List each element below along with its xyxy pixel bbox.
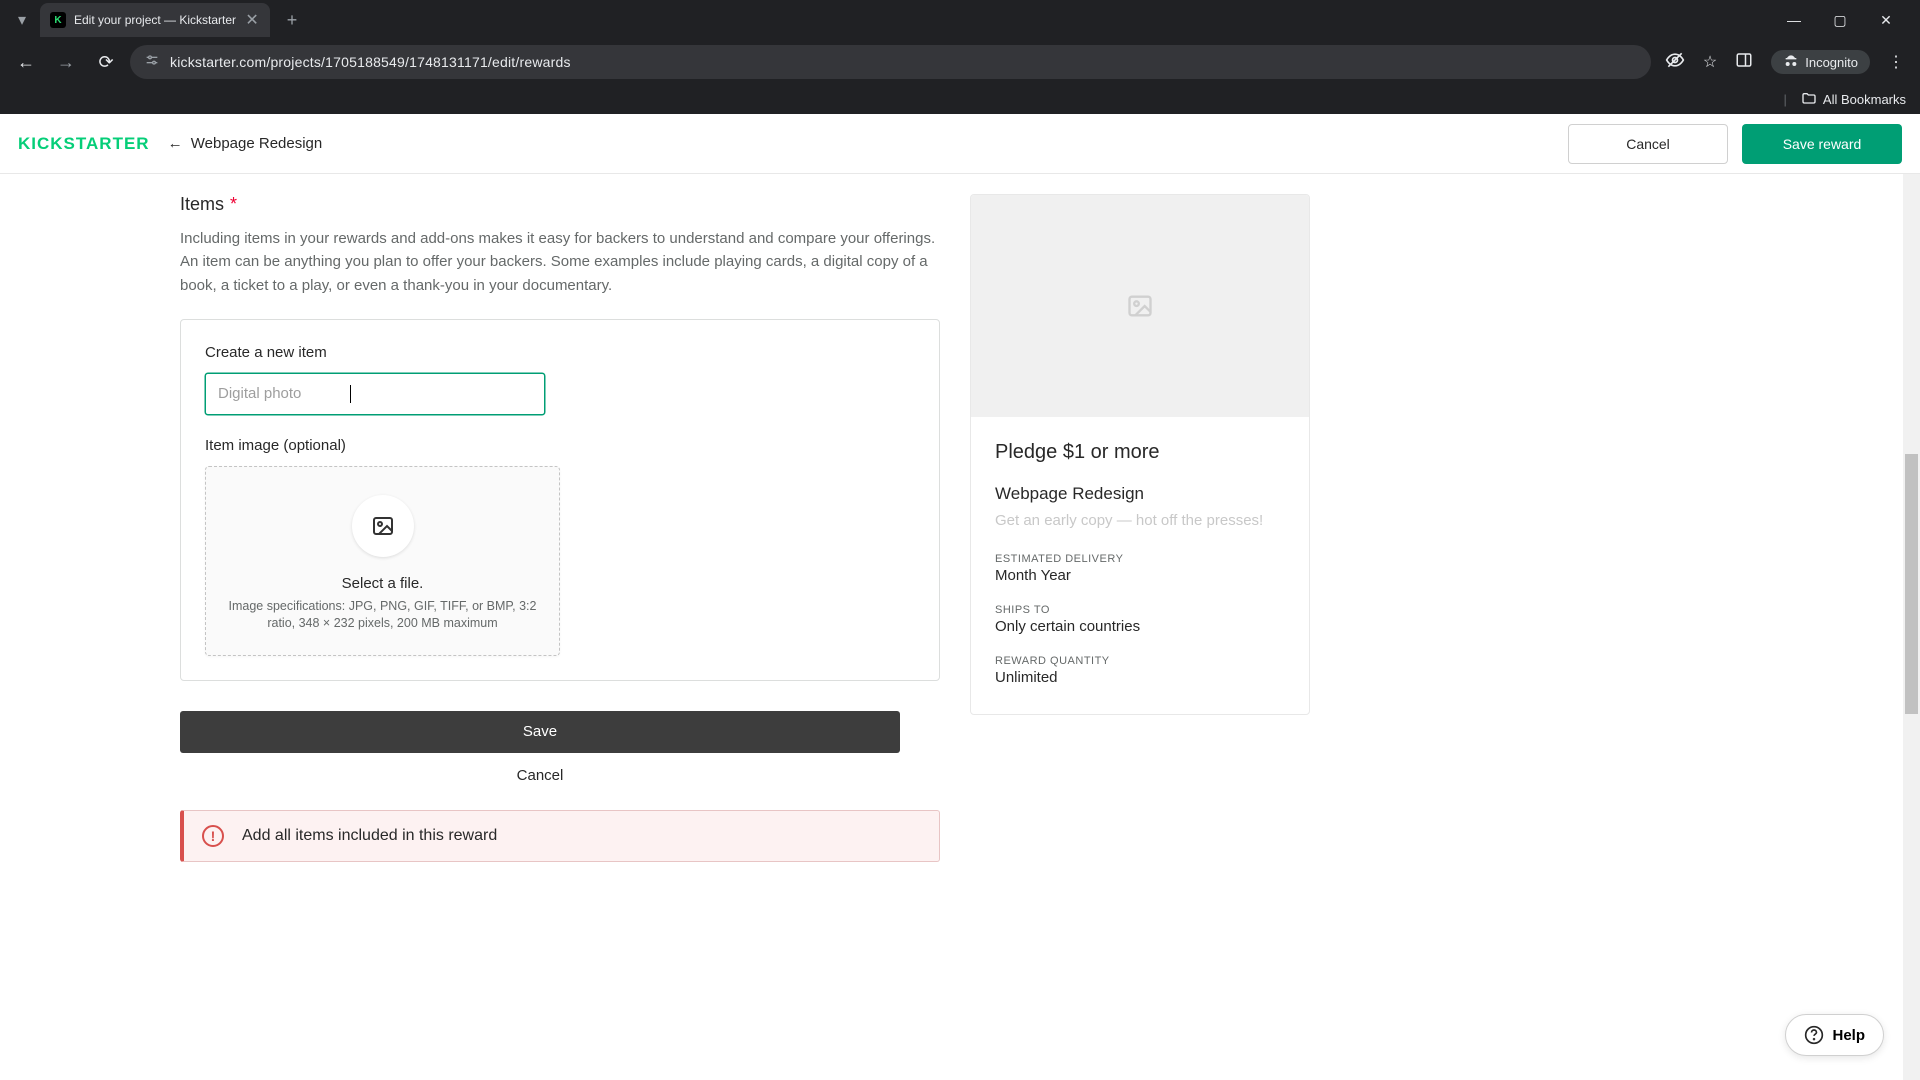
image-dropzone[interactable]: Select a file. Image specifications: JPG…	[205, 466, 560, 656]
save-item-button[interactable]: Save	[180, 711, 900, 753]
all-bookmarks-button[interactable]: All Bookmarks	[1801, 91, 1906, 107]
reload-icon[interactable]: ⟳	[90, 46, 122, 78]
favicon-icon: K	[50, 12, 66, 28]
tab-strip: ▾ K Edit your project — Kickstarter ✕ + …	[0, 0, 1920, 40]
save-reward-button[interactable]: Save reward	[1742, 124, 1902, 164]
incognito-icon	[1783, 54, 1799, 70]
folder-icon	[1801, 91, 1817, 107]
delivery-value: Month Year	[995, 567, 1285, 584]
preview-body: Pledge $1 or more Webpage Redesign Get a…	[971, 417, 1309, 714]
bookmark-star-icon[interactable]: ☆	[1703, 52, 1717, 72]
incognito-badge[interactable]: Incognito	[1771, 50, 1870, 74]
kickstarter-logo[interactable]: KICKSTARTER	[18, 134, 150, 154]
kebab-menu-icon[interactable]: ⋮	[1888, 52, 1904, 72]
scrollbar-track[interactable]	[1903, 174, 1920, 1080]
left-column: Items * Including items in your rewards …	[180, 194, 940, 1080]
window-controls: — ▢ ✕	[1780, 12, 1912, 29]
create-item-card: Create a new item Item image (optional) …	[180, 319, 940, 681]
tab-search-dropdown[interactable]: ▾	[8, 6, 36, 34]
all-bookmarks-label: All Bookmarks	[1823, 92, 1906, 107]
item-image-label: Item image (optional)	[205, 437, 915, 454]
new-tab-button[interactable]: +	[278, 6, 306, 34]
side-panel-icon[interactable]	[1735, 51, 1753, 74]
pledge-title: Pledge $1 or more	[995, 441, 1285, 464]
pledge-name: Webpage Redesign	[995, 484, 1285, 504]
main-content: Items * Including items in your rewards …	[0, 174, 1920, 1080]
image-icon-circle	[352, 495, 414, 557]
help-button[interactable]: Help	[1785, 1014, 1884, 1056]
tab-title: Edit your project — Kickstarter	[74, 13, 236, 27]
alert-icon: !	[202, 825, 224, 847]
items-section-title: Items *	[180, 194, 940, 215]
ships-value: Only certain countries	[995, 618, 1285, 635]
required-mark: *	[230, 194, 237, 215]
cancel-button[interactable]: Cancel	[1568, 124, 1728, 164]
ships-label: SHIPS TO	[995, 604, 1285, 616]
preview-column: Pledge $1 or more Webpage Redesign Get a…	[970, 194, 1310, 1080]
pledge-description: Get an early copy — hot off the presses!	[995, 512, 1285, 529]
item-name-input[interactable]	[205, 373, 545, 415]
dropzone-title: Select a file.	[226, 575, 539, 592]
divider: |	[1784, 92, 1787, 107]
items-title-text: Items	[180, 194, 224, 215]
qty-label: REWARD QUANTITY	[995, 655, 1285, 667]
cancel-item-link[interactable]: Cancel	[180, 767, 900, 784]
scrollbar-thumb[interactable]	[1905, 454, 1918, 714]
eye-off-icon[interactable]	[1665, 50, 1685, 75]
back-icon[interactable]: ←	[10, 46, 42, 78]
preview-image-placeholder	[971, 195, 1309, 417]
dropzone-spec: Image specifications: JPG, PNG, GIF, TIF…	[226, 598, 539, 633]
help-label: Help	[1832, 1027, 1865, 1044]
back-to-project-link[interactable]: ← Webpage Redesign	[168, 135, 323, 152]
project-name: Webpage Redesign	[191, 135, 322, 152]
image-placeholder-icon	[1126, 292, 1154, 320]
alert-banner: ! Add all items included in this reward	[180, 810, 940, 862]
app-header: KICKSTARTER ← Webpage Redesign Cancel Sa…	[0, 114, 1920, 174]
reward-preview-card: Pledge $1 or more Webpage Redesign Get a…	[970, 194, 1310, 715]
create-item-label: Create a new item	[205, 344, 915, 361]
bookmarks-bar: | All Bookmarks	[0, 84, 1920, 114]
qty-value: Unlimited	[995, 669, 1285, 686]
maximize-icon[interactable]: ▢	[1826, 12, 1854, 29]
close-tab-icon[interactable]: ✕	[244, 12, 260, 28]
image-icon	[371, 514, 395, 538]
browser-tab[interactable]: K Edit your project — Kickstarter ✕	[40, 3, 270, 37]
toolbar-icons: ☆ Incognito ⋮	[1659, 50, 1910, 75]
text-cursor	[350, 385, 351, 403]
browser-chrome: ▾ K Edit your project — Kickstarter ✕ + …	[0, 0, 1920, 114]
header-actions: Cancel Save reward	[1568, 124, 1902, 164]
delivery-label: ESTIMATED DELIVERY	[995, 553, 1285, 565]
arrow-left-icon: ←	[168, 135, 183, 152]
browser-toolbar: ← → ⟳ kickstarter.com/projects/170518854…	[0, 40, 1920, 84]
url-text: kickstarter.com/projects/1705188549/1748…	[170, 54, 571, 70]
url-bar[interactable]: kickstarter.com/projects/1705188549/1748…	[130, 45, 1651, 79]
forward-icon[interactable]: →	[50, 46, 82, 78]
items-description: Including items in your rewards and add-…	[180, 227, 940, 297]
help-icon	[1804, 1025, 1824, 1045]
minimize-icon[interactable]: —	[1780, 12, 1808, 29]
close-window-icon[interactable]: ✕	[1872, 12, 1900, 29]
incognito-label: Incognito	[1805, 55, 1858, 70]
site-settings-icon[interactable]	[144, 52, 160, 72]
alert-text: Add all items included in this reward	[242, 827, 497, 845]
